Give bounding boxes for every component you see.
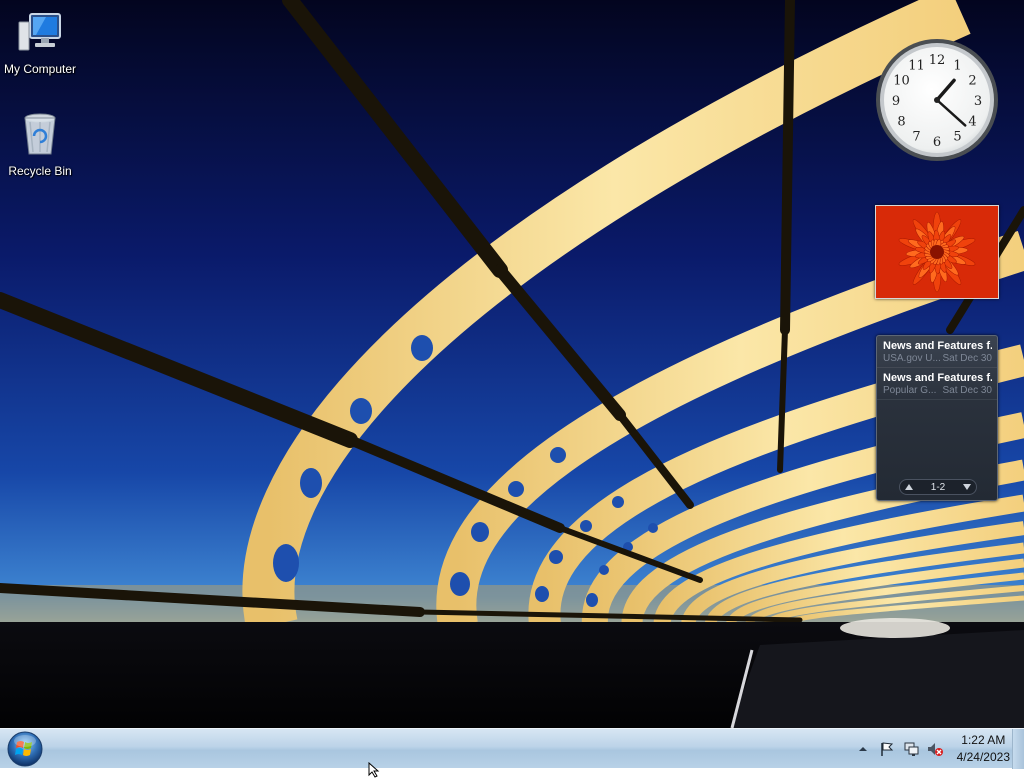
taskbar-date: 4/24/2023 bbox=[956, 750, 1010, 764]
network-icon[interactable] bbox=[903, 741, 919, 757]
clock-numeral: 10 bbox=[893, 74, 910, 89]
feed-item-date: Sat Dec 30 bbox=[942, 385, 992, 396]
taskbar-clock[interactable]: 1:22 AM 4/24/2023 bbox=[957, 732, 1010, 766]
clock-numeral: 12 bbox=[929, 53, 946, 68]
desktop-icon-recycle-bin[interactable]: Recycle Bin bbox=[0, 110, 80, 178]
mouse-cursor-icon bbox=[368, 762, 380, 778]
feed-item-title: News and Features f... bbox=[883, 340, 992, 352]
clock-numeral: 4 bbox=[968, 115, 976, 130]
notification-area: 1:22 AM 4/24/2023 bbox=[851, 729, 1010, 769]
desktop-icon-my-computer[interactable]: My Computer bbox=[0, 8, 80, 76]
recycle-bin-icon bbox=[24, 113, 56, 155]
taskbar-time: 1:22 AM bbox=[961, 733, 1006, 747]
feed-headlines-gadget[interactable]: News and Features f... USA.gov U... Sat … bbox=[876, 335, 998, 501]
clock-numeral: 8 bbox=[897, 115, 905, 130]
action-center-flag-icon[interactable] bbox=[879, 741, 895, 757]
desktop-icon-label: My Computer bbox=[3, 62, 77, 76]
feed-item[interactable]: News and Features f... USA.gov U... Sat … bbox=[877, 336, 997, 368]
clock-numeral: 7 bbox=[912, 130, 920, 145]
clock-numeral: 3 bbox=[974, 94, 982, 109]
clock-numeral: 9 bbox=[892, 94, 900, 109]
clock-numeral: 1 bbox=[953, 58, 961, 73]
feed-range: 1-2 bbox=[930, 481, 946, 493]
show-hidden-icons-arrow-icon[interactable] bbox=[855, 741, 871, 757]
start-button[interactable] bbox=[6, 730, 44, 768]
taskbar: 1:22 AM 4/24/2023 bbox=[0, 728, 1024, 769]
feed-pager: 1-2 bbox=[899, 479, 977, 495]
clock-numeral: 6 bbox=[933, 135, 941, 150]
computer-icon bbox=[18, 13, 61, 51]
orange-flower-photo bbox=[876, 206, 998, 298]
feed-item-date: Sat Dec 30 bbox=[942, 353, 992, 364]
feed-item-title: News and Features f... bbox=[883, 372, 992, 384]
feed-item-source: Popular G... bbox=[883, 385, 937, 396]
feed-item-source: USA.gov U... bbox=[883, 353, 941, 364]
clock-gadget[interactable]: 12 12 3 45678 9 1011 bbox=[874, 37, 1000, 163]
feed-item[interactable]: News and Features f... Popular G... Sat … bbox=[877, 368, 997, 400]
desktop-icon-label: Recycle Bin bbox=[8, 164, 72, 178]
slideshow-gadget[interactable] bbox=[875, 205, 999, 299]
show-desktop-button[interactable] bbox=[1012, 729, 1024, 769]
clock-numeral: 5 bbox=[953, 130, 961, 145]
volume-muted-icon[interactable] bbox=[927, 741, 943, 757]
desktop-wallpaper bbox=[0, 0, 1024, 728]
previous-arrow-icon[interactable] bbox=[905, 484, 913, 490]
next-arrow-icon[interactable] bbox=[962, 484, 971, 490]
clock-numeral: 11 bbox=[908, 58, 925, 73]
clock-numeral: 2 bbox=[968, 74, 976, 89]
